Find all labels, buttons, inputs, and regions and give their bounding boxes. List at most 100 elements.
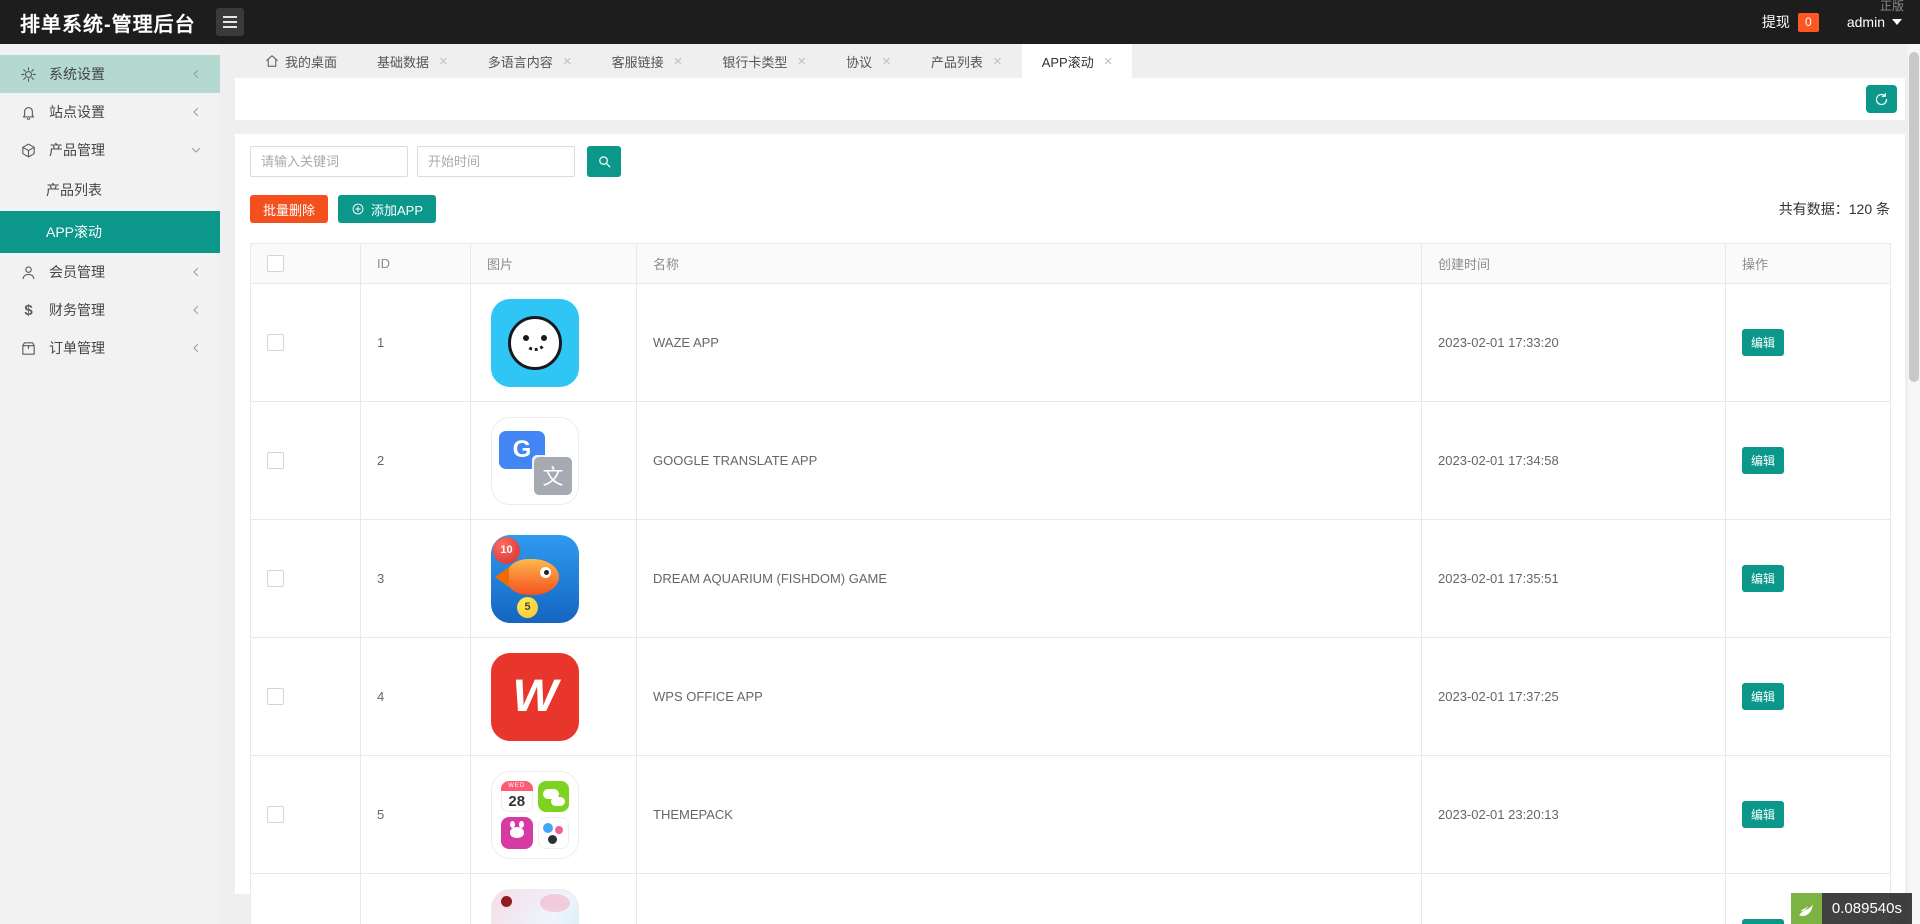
row-name (637, 874, 1422, 924)
row-created: 2023-02-01 17:37:25 (1422, 638, 1726, 756)
refresh-button[interactable] (1866, 85, 1897, 113)
waze-face (508, 316, 562, 370)
column-header-id: ID (361, 244, 471, 284)
row-id: 1 (361, 284, 471, 402)
column-header-image: 图片 (471, 244, 637, 284)
home-icon (265, 54, 279, 68)
tab-label: 银行卡类型 (722, 52, 787, 71)
vertical-scrollbar[interactable] (1908, 44, 1920, 924)
tab-service-link[interactable]: 客服链接 × (592, 44, 703, 78)
select-all-checkbox[interactable] (267, 255, 284, 272)
thinkphp-flame-icon (1791, 893, 1822, 924)
search-button[interactable] (587, 146, 621, 177)
row-checkbox[interactable] (267, 452, 284, 469)
edit-button[interactable]: 编辑 (1742, 447, 1784, 474)
tab-close-icon[interactable]: × (674, 54, 683, 69)
username: admin (1847, 14, 1885, 30)
tab-agreement[interactable]: 协议 × (826, 44, 911, 78)
keyword-search-input[interactable] (250, 146, 408, 177)
bell-icon (20, 104, 37, 121)
row-name: GOOGLE TRANSLATE APP (637, 402, 1422, 520)
fish-shape (507, 559, 559, 595)
action-row: 批量删除 添加APP 共有数据：120 条 (250, 195, 1890, 223)
sidebar-item-member-management[interactable]: 会员管理 (0, 253, 220, 291)
row-id: 3 (361, 520, 471, 638)
row-name: WAZE APP (637, 284, 1422, 402)
tab-label: 基础数据 (377, 52, 429, 71)
user-icon (20, 264, 37, 281)
sidebar-toggle-button[interactable] (216, 8, 244, 36)
edit-button[interactable]: 编辑 (1742, 329, 1784, 356)
mini-dots-icon (538, 817, 570, 849)
sidebar-item-label: 会员管理 (49, 262, 105, 282)
user-menu[interactable]: admin (1847, 14, 1908, 30)
toolbar-strip (235, 78, 1905, 120)
sidebar-item-site-settings[interactable]: 站点设置 (0, 93, 220, 131)
tab-multilang-content[interactable]: 多语言内容 × (468, 44, 592, 78)
row-checkbox[interactable] (267, 570, 284, 587)
edit-button[interactable]: 编辑 (1742, 683, 1784, 710)
tab-my-desktop[interactable]: 我的桌面 (245, 44, 357, 78)
sidebar-item-app-scroll[interactable]: APP滚动 (0, 211, 220, 253)
refresh-icon (1874, 92, 1889, 107)
sidebar-item-system-settings[interactable]: 系统设置 (0, 55, 220, 93)
sidebar-item-finance-management[interactable]: $ 财务管理 (0, 291, 220, 329)
withdraw-label: 提现 (1762, 12, 1790, 32)
sidebar-item-label: 产品列表 (46, 180, 102, 200)
table-header-row: ID 图片 名称 创建时间 操作 (251, 244, 1891, 284)
start-time-input[interactable] (417, 146, 575, 177)
tab-label: APP滚动 (1042, 52, 1094, 71)
sidebar-item-product-list[interactable]: 产品列表 (0, 169, 220, 211)
total-count-text: 共有数据：120 条 (1779, 199, 1890, 219)
scrollbar-thumb[interactable] (1909, 52, 1919, 382)
sidebar-item-label: 财务管理 (49, 300, 105, 320)
sidebar-item-label: 产品管理 (49, 140, 105, 160)
tab-close-icon[interactable]: × (439, 54, 448, 69)
app-title: 排单系统-管理后台 (0, 8, 216, 37)
add-app-label: 添加APP (371, 200, 423, 219)
chevron-down-icon (190, 144, 202, 156)
column-header-actions: 操作 (1726, 244, 1891, 284)
tab-product-list[interactable]: 产品列表 × (911, 44, 1022, 78)
tab-label: 客服链接 (612, 52, 664, 71)
package-icon (20, 340, 37, 357)
sidebar-item-product-management[interactable]: 产品管理 (0, 131, 220, 169)
tab-close-icon[interactable]: × (993, 54, 1002, 69)
edit-button[interactable]: 编辑 (1742, 801, 1784, 828)
edit-button[interactable]: 编辑 (1742, 565, 1784, 592)
edit-button[interactable]: 编辑 (1742, 919, 1784, 924)
tab-bankcard-type[interactable]: 银行卡类型 × (702, 44, 826, 78)
row-checkbox[interactable] (267, 334, 284, 351)
tab-label: 产品列表 (931, 52, 983, 71)
row-checkbox[interactable] (267, 688, 284, 705)
hamburger-icon (223, 21, 237, 23)
sidebar-item-label: 站点设置 (49, 102, 105, 122)
main-content: 我的桌面 基础数据 × 多语言内容 × 客服链接 × 银行卡类型 × 协议 × … (220, 0, 1920, 894)
google-translate-app-icon: G 文 (491, 417, 579, 505)
wps-office-app-icon: W (491, 653, 579, 741)
plus-circle-icon (351, 202, 365, 216)
row-id: 4 (361, 638, 471, 756)
fishdom-game-icon: 10 5 (491, 535, 579, 623)
tab-close-icon[interactable]: × (563, 54, 572, 69)
batch-delete-button[interactable]: 批量删除 (250, 195, 328, 223)
photo-app-icon (491, 889, 579, 924)
tab-app-scroll[interactable]: APP滚动 × (1022, 44, 1133, 78)
row-id (361, 874, 471, 924)
table-row: 编辑 (251, 874, 1891, 924)
table-row: 2 G 文 GOOGLE TRANSLATE APP 2023-02-01 17… (251, 402, 1891, 520)
wps-w-letter: W (512, 670, 557, 722)
row-created: 2023-02-01 23:20:13 (1422, 756, 1726, 874)
tab-close-icon[interactable]: × (797, 54, 806, 69)
tab-label: 协议 (846, 52, 872, 71)
search-icon (597, 154, 612, 169)
sidebar-item-order-management[interactable]: 订单管理 (0, 329, 220, 367)
column-header-name: 名称 (637, 244, 1422, 284)
tab-close-icon[interactable]: × (1104, 54, 1113, 69)
withdraw-link[interactable]: 提现 0 (1762, 12, 1819, 32)
row-checkbox[interactable] (267, 806, 284, 823)
tab-basic-data[interactable]: 基础数据 × (357, 44, 468, 78)
gear-icon (20, 66, 37, 83)
tab-close-icon[interactable]: × (882, 54, 891, 69)
add-app-button[interactable]: 添加APP (338, 195, 436, 223)
